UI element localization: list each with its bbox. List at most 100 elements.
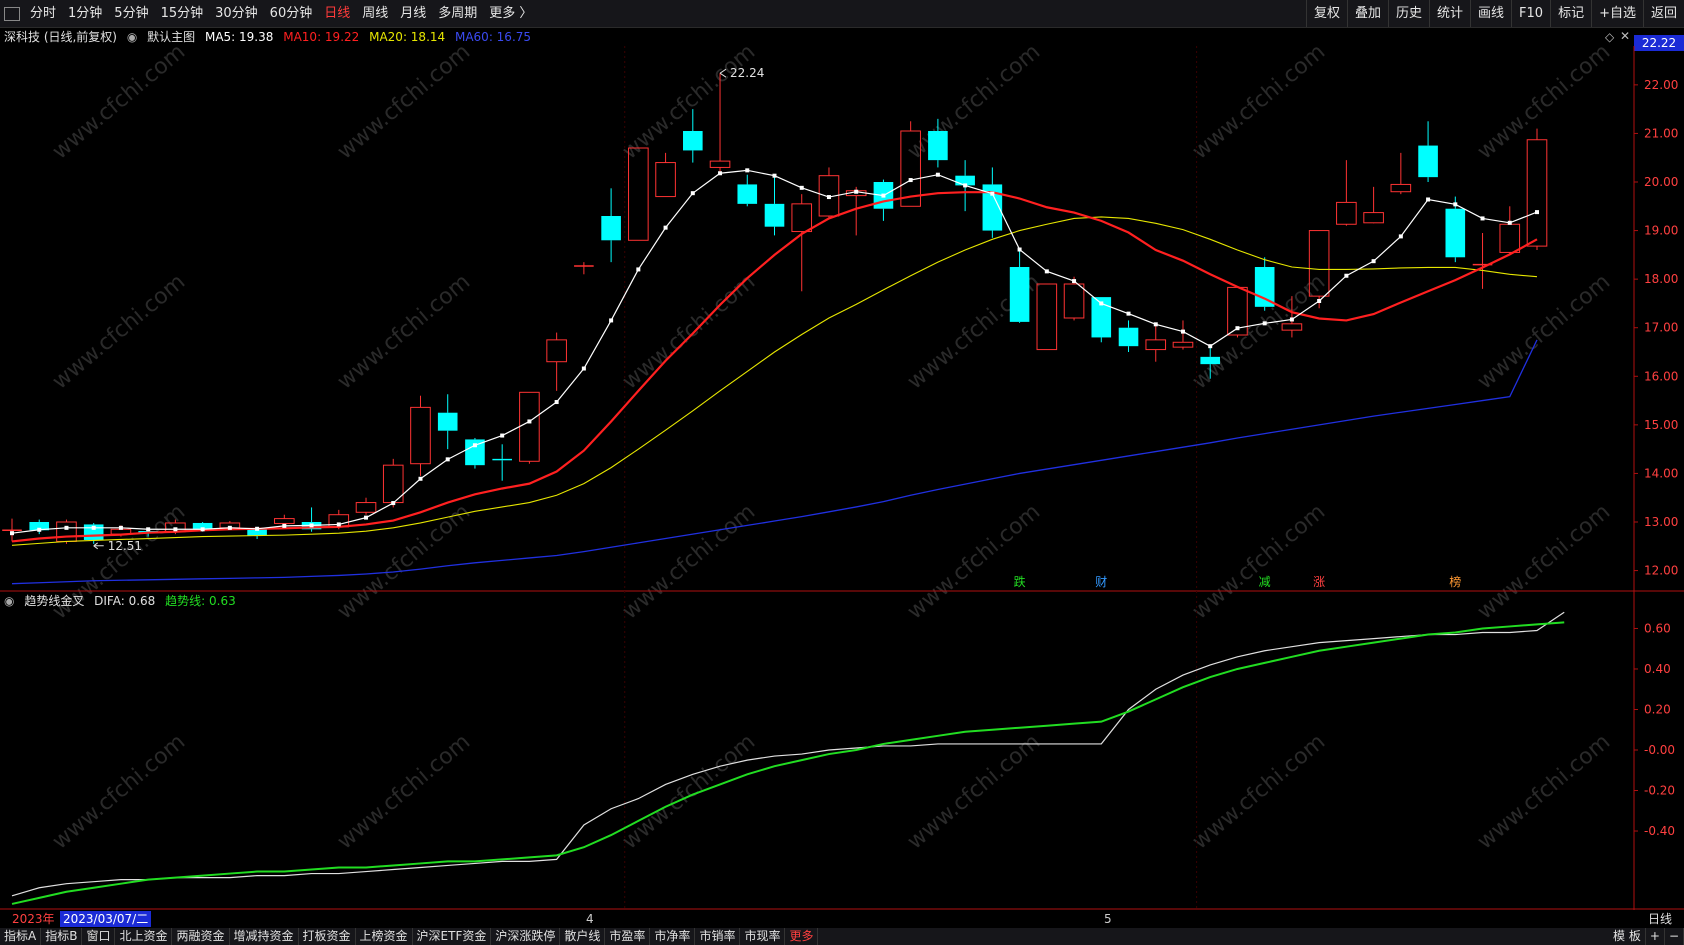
bottom-right-button-0[interactable]: 模 板 [1609,928,1646,945]
candle [982,167,1003,238]
watermark-text: www.cfchi.com [1473,39,1615,164]
bottom-tab-12[interactable]: 市净率 [650,928,696,945]
bottom-tab-1[interactable]: 指标B [41,928,83,945]
cursor-date: 2023/03/07/二 [60,911,152,927]
candle [574,262,594,275]
price-tick-label: 17.00 [1644,321,1678,335]
ma5-point [227,525,232,530]
ma5-point [1453,202,1458,207]
candle [492,444,512,481]
ma5-point [718,171,723,176]
watermark-text: www.cfchi.com [333,39,475,164]
bottom-right-button-2[interactable]: − [1665,928,1684,945]
bottom-tab-10[interactable]: 散户线 [560,928,606,945]
bottom-tab-2[interactable]: 窗口 [82,928,116,945]
bottom-tab-5[interactable]: 增减持资金 [230,928,299,945]
ma5-point [690,191,695,196]
ma5-point [1507,220,1512,225]
trend-value: 趋势线: 0.63 [165,594,236,608]
ma5-point [1344,273,1349,278]
ma5-point [881,193,886,198]
month-mark-5: 5 [1104,912,1112,926]
indicator-tick-label: 0.20 [1644,702,1671,716]
candle [1336,160,1357,226]
ma5-point [663,225,668,230]
event-marker: 跌 [1014,574,1026,589]
bottom-tab-13[interactable]: 市销率 [695,928,741,945]
kline-chart[interactable]: www.cfchi.com www.cfchi.com www.cfchi.com w… [0,0,1684,910]
candle [56,519,77,544]
ma5-point [1099,301,1104,306]
price-tick-label: 13.00 [1644,515,1678,529]
ma5-point [418,476,423,481]
price-tick-label: 16.00 [1644,369,1678,383]
period-label[interactable]: 日线 [1648,910,1672,928]
candle [1418,121,1438,182]
candle-body [56,521,77,542]
candle [791,194,813,292]
candle [764,177,785,236]
watermark-layer: www.cfchi.com www.cfchi.com www.cfchi.com w… [48,39,1615,854]
bottom-tab-15[interactable]: 更多 [785,928,819,945]
indicator-icon[interactable]: ◉ [4,594,14,608]
ma5-point [527,419,532,424]
ma5-point [908,178,913,183]
ma5-point [91,525,96,530]
candle-body [1390,183,1412,193]
ma5-point [200,527,205,532]
price-tick-label: 15.00 [1644,418,1678,432]
candle-body [791,203,813,233]
candle-body [928,131,948,161]
indicator-name[interactable]: 趋势线金叉 [24,594,84,608]
bottom-tab-0[interactable]: 指标A [0,928,42,945]
candle-body [519,391,540,462]
difa-line [11,611,1565,897]
bottom-tab-7[interactable]: 上榜资金 [356,928,413,945]
candle-body [683,131,703,151]
watermark-text: www.cfchi.com [1473,269,1615,394]
candle [1363,186,1384,224]
indicator-tick-label: 0.40 [1644,662,1671,676]
bottom-tab-8[interactable]: 沪深ETF资金 [413,928,492,945]
ma5-point [554,400,559,405]
ma5-point [255,526,260,531]
ma5-point [1289,317,1294,322]
indicator-info: ◉ 趋势线金叉 DIFA: 0.68 趋势线: 0.63 [0,592,242,610]
date-axis: 2023年 2023/03/07/二 4 5 日线 [0,910,1684,928]
candle [655,152,676,198]
candle [546,332,567,391]
ma5-point [1398,234,1403,239]
candle [1526,128,1548,250]
watermark-text: www.cfchi.com [903,499,1045,624]
ma5-point [1317,299,1322,303]
ma5-point [364,515,369,520]
candle-body [1063,283,1085,319]
watermark-text: www.cfchi.com [48,269,190,394]
ma5-point [799,185,804,190]
price-tick-label: 22.00 [1644,78,1678,92]
ma10-line [11,191,1538,543]
candle-body [764,203,785,227]
candle [1118,320,1139,352]
bottom-tab-6[interactable]: 打板资金 [299,928,356,945]
candle-body [410,406,431,465]
watermark-text: www.cfchi.com [333,269,475,394]
watermark-text: www.cfchi.com [618,499,760,624]
watermark-text: www.cfchi.com [1473,499,1615,624]
candle [1390,152,1412,195]
ma5-point [990,191,995,196]
candle-body [1118,327,1139,347]
bottom-tab-11[interactable]: 市盈率 [605,928,651,945]
difa-value: DIFA: 0.68 [94,594,156,608]
bottom-tab-9[interactable]: 沪深涨跌停 [491,928,561,945]
watermark-text: www.cfchi.com [618,269,760,394]
bottom-tab-bar: 指标A 指标B 窗口 北上资金 两融资金 增减持资金 打板资金 上榜资金 沪深ETF资金 沪深涨跌… [0,928,1684,945]
bottom-tab-3[interactable]: 北上资金 [115,928,173,945]
bottom-tab-14[interactable]: 市现率 [740,928,786,945]
ma5-point [854,189,859,194]
ma5-point [1426,197,1431,202]
candle-body [1445,208,1466,258]
bottom-right-button-1[interactable]: + [1646,928,1665,945]
bottom-tab-4[interactable]: 两融资金 [172,928,230,945]
watermark-text: www.cfchi.com [1188,499,1330,624]
